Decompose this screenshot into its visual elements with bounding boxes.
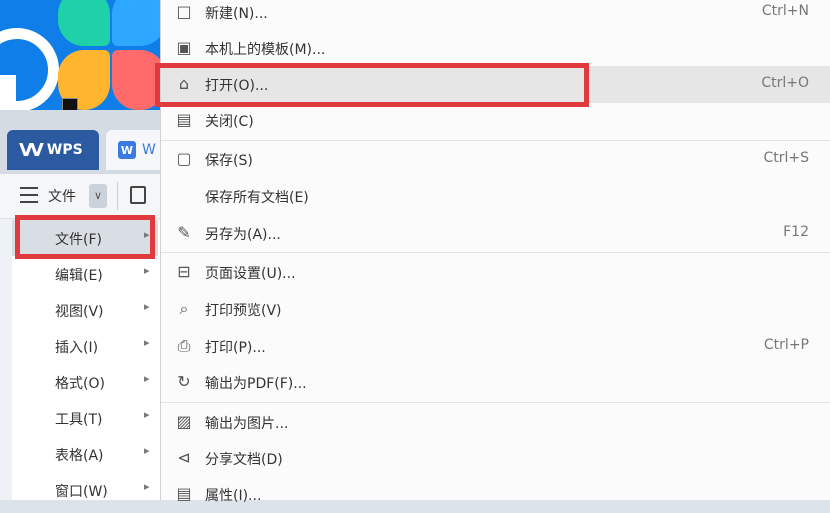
submenu-item[interactable]: □ 新建(N)... Ctrl+N [161,0,830,31]
page-setup-icon: ⊟ [177,262,191,281]
writer-doc-icon: W [118,141,136,159]
submenu-item-label: 另存为(A)... [205,227,281,243]
submenu-item[interactable]: ▤ 关闭(C) [161,102,830,139]
toolbar: 文件 ∨ [0,174,160,219]
submenu-item-label: 新建(N)... [205,6,268,22]
submenu-item-label: 输出为PDF(F)... [205,376,307,392]
export-pdf-icon: ↻ [177,372,191,391]
export-image-icon: ▨ [176,412,192,431]
submenu-item[interactable]: ⌂ 打开(O)... Ctrl+O [161,66,830,103]
chevron-right-icon: ▸ [144,444,150,457]
new-document-icon: □ [176,2,192,21]
submenu-item-label: 输出为图片... [205,416,289,432]
menu-item-label: 格式(O) [55,376,105,392]
submenu-item-label: 本机上的模板(M)... [205,42,326,58]
menu-item[interactable]: 窗口(W) ▸ [12,472,158,508]
submenu-item-label: 保存所有文档(E) [205,190,309,206]
shortcut-label: Ctrl+O [761,75,809,91]
print-preview-icon: ⌕ [179,299,189,318]
menu-item[interactable]: 视图(V) ▸ [12,292,158,328]
menu-item-label: 表格(A) [55,448,104,464]
menu-divider [161,140,830,141]
chevron-right-icon: ▸ [144,300,150,313]
shortcut-label: Ctrl+P [763,337,809,353]
submenu-item-label: 分享文档(D) [205,452,283,468]
template-icon: ▣ [176,38,192,57]
submenu-item-label: 打印(P)... [205,340,266,356]
save-as-icon: ✎ [177,223,191,242]
submenu-item[interactable]: 保存所有文档(E) [161,178,830,215]
submenu-item-label: 页面设置(U)... [205,266,296,282]
menu-item[interactable]: 文件(F) ▸ [12,220,158,256]
chevron-right-icon: ▸ [144,264,150,277]
printer-icon: ⎙ [177,336,191,355]
share-icon: ⊲ [177,448,191,467]
menu-item[interactable]: 表格(A) ▸ [12,436,158,472]
folder-open-icon: ⌂ [178,74,190,93]
submenu-item[interactable]: ✎ 另存为(A)... F12 [161,215,830,252]
menu-item-label: 编辑(E) [55,268,103,284]
menu-item[interactable]: 格式(O) ▸ [12,364,158,400]
chevron-right-icon: ▸ [144,372,150,385]
menu-icon[interactable] [20,187,38,203]
file-menu-button[interactable]: 文件 [48,186,76,206]
chevron-right-icon: ▸ [144,336,150,349]
menu-divider [161,402,830,403]
menu-item[interactable]: 工具(T) ▸ [12,400,158,436]
tab-wps-label: WPS [46,142,83,158]
submenu-item[interactable]: ⊟ 页面设置(U)... [161,254,830,291]
submenu-item[interactable]: ▢ 保存(S) Ctrl+S [161,141,830,178]
wps-app-icon[interactable] [58,0,160,110]
submenu-item-label: 关闭(C) [205,114,254,130]
save-icon[interactable] [130,186,146,204]
menu-item-label: 工具(T) [55,412,103,428]
shortcut-label: Ctrl+S [763,150,809,166]
chevron-down-icon[interactable]: ∨ [89,184,107,208]
save-icon: ▢ [176,149,192,168]
tab-bar: VV WPS W W [0,110,166,174]
chevron-right-icon: ▸ [144,480,150,493]
tab-document-label: W [142,142,156,158]
close-document-icon: ▤ [176,110,192,129]
submenu-item[interactable]: ⎙ 打印(P)... Ctrl+P [161,328,830,365]
submenu-item-label: 打开(O)... [205,78,269,94]
menu-item-label: 窗口(W) [55,484,108,500]
shortcut-label: Ctrl+N [761,3,809,19]
menu-item[interactable]: 编辑(E) ▸ [12,256,158,292]
submenu-item[interactable]: ↻ 输出为PDF(F)... [161,364,830,401]
file-submenu: □ 新建(N)... Ctrl+N ▣ 本机上的模板(M)... ⌂ 打开(O)... Ctr… [160,0,830,504]
chevron-right-icon: ▸ [144,408,150,421]
submenu-item[interactable]: ▨ 输出为图片... [161,404,830,441]
submenu-item-label: 打印预览(V) [205,303,282,319]
submenu-item[interactable]: ⌕ 打印预览(V) [161,291,830,328]
chevron-right-icon: ▸ [144,228,150,241]
submenu-item[interactable]: ⊲ 分享文档(D) [161,440,830,477]
desktop-ring-shape-tail [0,75,16,115]
tab-document[interactable]: W W [106,130,166,170]
menu-item-label: 文件(F) [55,232,102,248]
toolbar-divider [117,182,118,210]
properties-icon: ▤ [176,484,192,503]
submenu-item[interactable]: ▤ 属性(I)... [161,476,830,513]
submenu-item-label: 属性(I)... [205,488,262,504]
submenu-item[interactable]: ▣ 本机上的模板(M)... [161,30,830,67]
menu-item[interactable]: 插入(I) ▸ [12,328,158,364]
menu-item-label: 插入(I) [55,340,99,356]
menu-divider [161,252,830,253]
wps-logo-icon: VV [19,139,44,161]
tab-wps-home[interactable]: VV WPS [7,130,99,170]
submenu-item-label: 保存(S) [205,153,253,169]
main-menu: 文件(F) ▸ 编辑(E) ▸ 视图(V) ▸ 插入(I) ▸ 格式(O) ▸ 工具(T) ▸ 表格(A… [12,220,160,500]
shortcut-label: F12 [783,224,809,240]
wps-window: VV WPS W W 文件 ∨ 文件(F) ▸ 编辑(E) ▸ 视图(V) ▸ 插入(I) ▸… [0,110,166,500]
menu-item-label: 视图(V) [55,304,104,320]
